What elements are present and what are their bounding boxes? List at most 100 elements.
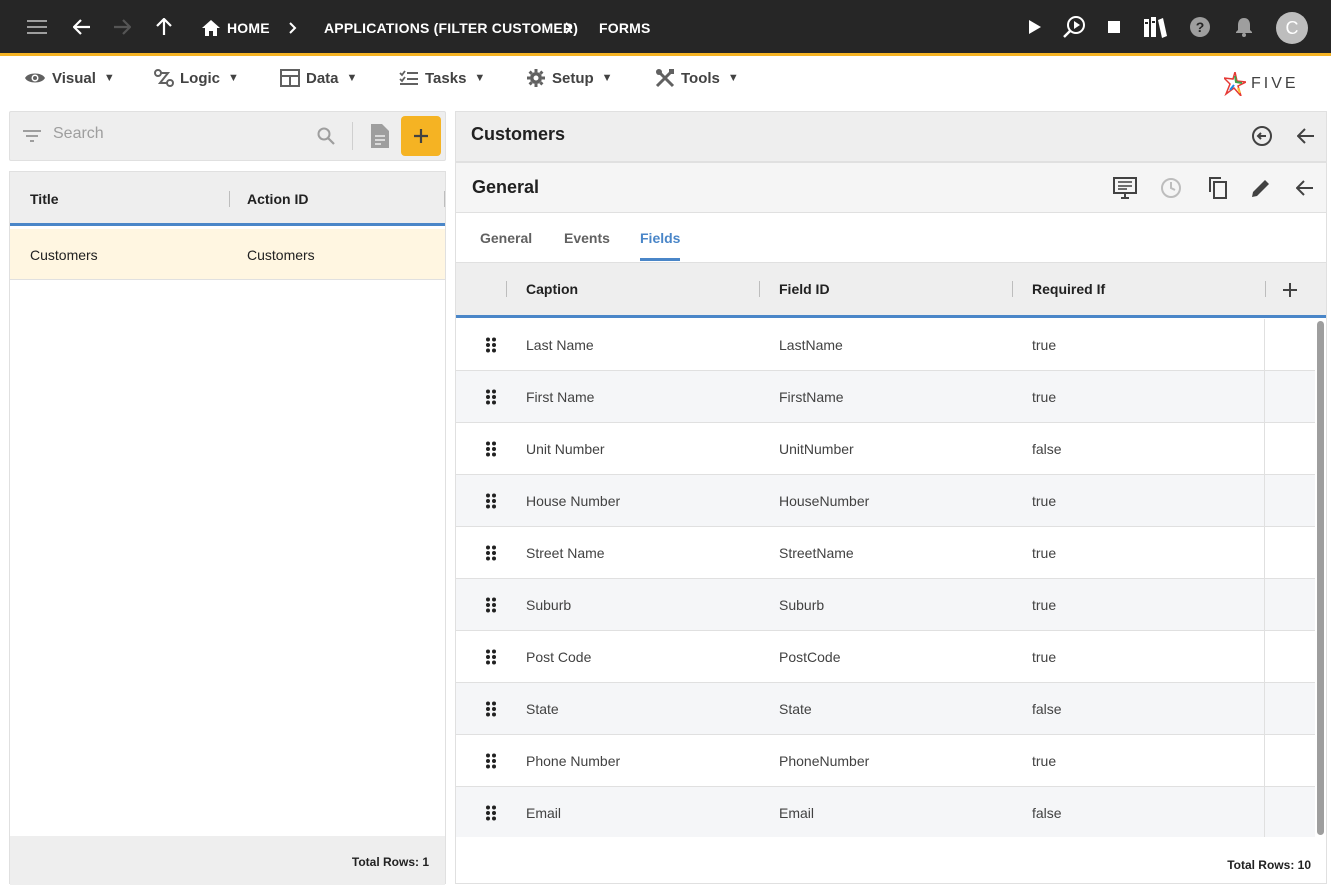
cell-field-id: HouseNumber xyxy=(779,492,870,509)
drag-handle-icon[interactable] xyxy=(484,805,498,821)
table-row[interactable]: First Name FirstName true xyxy=(456,371,1315,423)
gear-icon xyxy=(527,69,545,87)
table-row[interactable]: Email Email false xyxy=(456,787,1315,839)
menu-tasks[interactable]: Tasks ▼ xyxy=(399,62,485,94)
cell-required-if: false xyxy=(1032,804,1062,821)
row-end-divider xyxy=(1264,735,1265,786)
tab-events[interactable]: Events xyxy=(564,214,610,262)
history-back-icon[interactable] xyxy=(1250,124,1274,148)
back-arrow-icon[interactable] xyxy=(1294,177,1316,199)
edit-pencil-icon[interactable] xyxy=(1249,176,1273,200)
help-icon[interactable]: ? xyxy=(1186,0,1214,53)
drag-handle-icon[interactable] xyxy=(484,493,498,509)
cell-field-id: UnitNumber xyxy=(779,440,854,457)
plus-icon xyxy=(414,129,428,143)
stop-icon[interactable] xyxy=(1102,0,1126,53)
run-play-icon[interactable] xyxy=(1022,0,1048,53)
cell-required-if: false xyxy=(1032,700,1062,717)
drag-handle-icon[interactable] xyxy=(484,545,498,561)
row-end-divider xyxy=(1264,371,1265,422)
up-arrow-icon[interactable] xyxy=(150,0,178,53)
forward-arrow-icon[interactable] xyxy=(108,0,136,53)
column-header-action-id[interactable]: Action ID xyxy=(247,172,308,226)
document-icon[interactable] xyxy=(367,124,391,148)
breadcrumb-forms-label: FORMS xyxy=(599,20,651,36)
menu-data[interactable]: Data ▼ xyxy=(280,62,357,94)
cell-field-id: FirstName xyxy=(779,388,844,405)
copy-icon[interactable] xyxy=(1205,176,1229,200)
drag-handle-icon[interactable] xyxy=(484,597,498,613)
menu-tools[interactable]: Tools ▼ xyxy=(655,62,739,94)
table-row[interactable]: House Number HouseNumber true xyxy=(456,475,1315,527)
search-icon[interactable] xyxy=(315,125,337,147)
cell-field-id: StreetName xyxy=(779,544,854,561)
row-end-divider xyxy=(1264,423,1265,474)
scrollbar-thumb[interactable] xyxy=(1317,321,1324,835)
breadcrumb-forms[interactable]: FORMS xyxy=(599,0,651,56)
cell-field-id: LastName xyxy=(779,336,843,353)
tab-fields[interactable]: Fields xyxy=(640,214,680,262)
table-row[interactable]: Last Name LastName true xyxy=(456,319,1315,371)
menu-tools-label: Tools xyxy=(681,69,720,87)
cell-required-if: true xyxy=(1032,388,1057,405)
search-input[interactable]: Search xyxy=(53,125,104,143)
drag-handle-icon[interactable] xyxy=(484,441,498,457)
column-header-title[interactable]: Title xyxy=(30,172,59,226)
table-row[interactable]: Phone Number PhoneNumber true xyxy=(456,735,1315,787)
cell-caption: Street Name xyxy=(526,544,605,561)
menu-visual[interactable]: Visual ▼ xyxy=(24,62,115,94)
table-row[interactable]: State State false xyxy=(456,683,1315,735)
table-row[interactable]: Post Code PostCode true xyxy=(456,631,1315,683)
menu-setup[interactable]: Setup ▼ xyxy=(526,62,613,94)
active-tab-indicator xyxy=(640,258,680,261)
breadcrumb-home[interactable]: HOME xyxy=(202,0,270,56)
cell-required-if: true xyxy=(1032,752,1057,769)
library-books-icon[interactable] xyxy=(1140,0,1170,53)
top-app-bar xyxy=(0,0,1331,53)
list-item-title: Customers xyxy=(30,246,98,263)
left-list-panel: Title Action ID Customers Customers Tota… xyxy=(9,171,446,885)
breadcrumb-applications-label: APPLICATIONS (FILTER CUSTOMER) xyxy=(324,20,579,36)
drag-handle-icon[interactable] xyxy=(484,389,498,405)
cell-caption: First Name xyxy=(526,388,595,405)
history-clock-icon[interactable] xyxy=(1159,176,1183,200)
logic-icon xyxy=(154,69,174,87)
back-arrow-icon[interactable] xyxy=(1295,125,1317,147)
column-header-caption[interactable]: Caption xyxy=(526,263,578,315)
screen-preview-icon[interactable] xyxy=(1112,175,1138,201)
tasks-icon xyxy=(399,70,418,85)
table-row[interactable]: Street Name StreetName true xyxy=(456,527,1315,579)
user-avatar[interactable]: C xyxy=(1276,12,1308,44)
search-divider xyxy=(352,122,353,150)
menu-logic[interactable]: Logic ▼ xyxy=(154,62,239,94)
drag-handle-icon[interactable] xyxy=(484,649,498,665)
table-row[interactable]: Suburb Suburb true xyxy=(456,579,1315,631)
back-arrow-icon[interactable] xyxy=(68,0,96,53)
cell-caption: Suburb xyxy=(526,596,572,613)
tab-general[interactable]: General xyxy=(480,214,532,262)
debug-search-icon[interactable] xyxy=(1059,0,1089,53)
notifications-bell-icon[interactable] xyxy=(1231,0,1257,53)
drag-handle-icon[interactable] xyxy=(484,337,498,353)
table-row[interactable]: Unit Number UnitNumber false xyxy=(456,423,1315,475)
column-separator xyxy=(229,191,230,207)
table-icon xyxy=(280,69,300,87)
add-field-plus-icon[interactable] xyxy=(1279,279,1301,301)
row-end-divider xyxy=(1264,527,1265,578)
filter-icon[interactable] xyxy=(22,127,42,145)
drag-handle-icon[interactable] xyxy=(484,753,498,769)
caret-down-icon: ▼ xyxy=(727,72,739,84)
list-item[interactable]: Customers Customers xyxy=(10,229,445,280)
hamburger-menu-icon[interactable] xyxy=(22,0,52,53)
grid-header-underline xyxy=(456,315,1326,318)
column-header-field-id[interactable]: Field ID xyxy=(779,263,830,315)
left-list-footer: Total Rows: 1 xyxy=(10,836,445,885)
column-header-required-if[interactable]: Required If xyxy=(1032,263,1105,315)
caret-down-icon: ▼ xyxy=(228,72,239,84)
add-button[interactable] xyxy=(401,116,441,156)
list-item-action-id: Customers xyxy=(247,246,315,263)
tools-icon xyxy=(655,68,675,88)
drag-handle-icon[interactable] xyxy=(484,701,498,717)
breadcrumb-applications[interactable]: APPLICATIONS (FILTER CUSTOMER) xyxy=(324,0,578,56)
row-end-divider xyxy=(1264,579,1265,630)
